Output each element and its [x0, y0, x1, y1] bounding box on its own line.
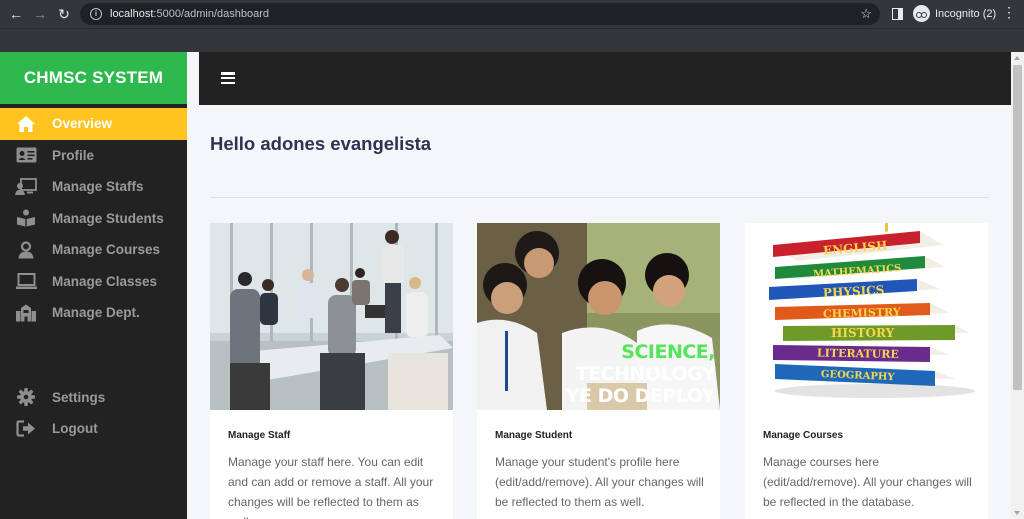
- sidebar-item-profile[interactable]: Profile: [0, 140, 187, 172]
- gear-icon: [15, 388, 37, 407]
- sidebar-item-logout[interactable]: Logout: [0, 413, 187, 445]
- side-panel-icon[interactable]: [892, 8, 903, 20]
- staff-icon: [15, 177, 37, 196]
- sidebar-item-manage-courses[interactable]: Manage Courses: [0, 234, 187, 266]
- profile-label: Incognito (2): [935, 7, 997, 20]
- sidebar-item-label: Settings: [52, 389, 106, 405]
- slogan-technology: TECHNOLOGY: [575, 363, 716, 385]
- browser-gap: [0, 28, 1024, 52]
- back-icon[interactable]: ←: [4, 2, 28, 26]
- card-manage-staff[interactable]: Manage Staff Manage your staff here. You…: [210, 223, 453, 519]
- card-title: Manage Student: [495, 430, 573, 441]
- course-icon: [15, 241, 37, 259]
- sidebar-item-label: Profile: [52, 147, 95, 163]
- book-label-physics: PHYSICS: [823, 283, 885, 300]
- slogan-science: SCIENCE,: [621, 341, 715, 363]
- sidebar-item-label: Logout: [52, 421, 98, 437]
- scroll-down-icon[interactable]: [1014, 511, 1020, 515]
- book-label-literature: LITERATURE: [817, 347, 899, 361]
- slogan-line2: YE DO DEPLOY: [565, 385, 716, 407]
- forward-icon[interactable]: →: [28, 2, 52, 26]
- site-info-icon[interactable]: i: [90, 8, 102, 20]
- card-manage-student[interactable]: SCIENCE, TECHNOLOGY YE DO DEPLOY Manage …: [477, 223, 720, 519]
- sidebar-item-label: Manage Courses: [52, 242, 161, 258]
- sidebar-item-settings[interactable]: Settings: [0, 382, 187, 414]
- book-label-history: HISTORY: [831, 326, 895, 340]
- sidebar-item-manage-dept[interactable]: Manage Dept.: [0, 297, 187, 329]
- card-description: Manage courses here (edit/add/remove). A…: [763, 455, 972, 509]
- browser-toolbar: ← → ↻ i localhost:5000/admin/dashboard ☆…: [0, 0, 1024, 28]
- sidebar-item-manage-students[interactable]: Manage Students: [0, 203, 187, 235]
- scroll-up-icon[interactable]: [1014, 56, 1020, 60]
- sidebar-item-manage-staffs[interactable]: Manage Staffs: [0, 171, 187, 203]
- reload-icon[interactable]: ↻: [52, 2, 76, 26]
- scrollbar-thumb[interactable]: [1013, 65, 1022, 390]
- sidebar-menu: Overview Profile Manage Staffs Manage St…: [0, 108, 187, 445]
- top-bar: [199, 52, 1011, 105]
- card-title: Manage Courses: [763, 430, 844, 441]
- incognito-profile[interactable]: Incognito (2): [913, 5, 996, 22]
- menu-spacer: [0, 329, 187, 382]
- hamburger-menu-icon[interactable]: [221, 72, 235, 84]
- books-stack-illustration: ENGLISH MATHEMATICS PHYSICS CHEMISTRY HI…: [745, 223, 988, 410]
- building-icon: [15, 304, 37, 322]
- sidebar: CHMSC SYSTEM Overview Profile Manage Sta…: [0, 52, 187, 519]
- students-photo: SCIENCE, TECHNOLOGY YE DO DEPLOY: [477, 223, 720, 410]
- address-url[interactable]: localhost:5000/admin/dashboard: [110, 8, 269, 20]
- main-content: Hello adones evangelista Manage Staff Ma…: [199, 105, 1011, 519]
- sidebar-item-label: Manage Students: [52, 210, 164, 226]
- logout-icon: [15, 420, 37, 438]
- home-icon: [15, 115, 37, 133]
- sidebar-item-label: Manage Classes: [52, 273, 158, 289]
- brand-logo[interactable]: CHMSC SYSTEM: [0, 52, 187, 104]
- sidebar-item-label: Manage Dept.: [52, 305, 140, 321]
- card-manage-courses[interactable]: ENGLISH MATHEMATICS PHYSICS CHEMISTRY HI…: [745, 223, 988, 519]
- staff-meeting-photo: [210, 223, 453, 410]
- greeting-heading: Hello adones evangelista: [210, 133, 432, 154]
- card-description: Manage your student's profile here (edit…: [495, 455, 704, 509]
- sidebar-item-label: Manage Staffs: [52, 179, 144, 195]
- sidebar-item-overview[interactable]: Overview: [0, 108, 187, 140]
- address-bar[interactable]: i localhost:5000/admin/dashboard ☆: [80, 3, 880, 25]
- divider: [210, 197, 989, 198]
- book-label-chemistry: CHEMISTRY: [823, 306, 901, 321]
- students-icon: [15, 209, 37, 227]
- incognito-icon: [913, 5, 930, 22]
- card-title: Manage Staff: [228, 430, 291, 441]
- content-gutter: [187, 52, 199, 519]
- id-card-icon: [15, 146, 37, 164]
- page-scrollbar[interactable]: [1011, 52, 1024, 519]
- image-slogan: SCIENCE, TECHNOLOGY YE DO DEPLOY: [555, 341, 716, 407]
- sidebar-item-manage-classes[interactable]: Manage Classes: [0, 266, 187, 298]
- card-description: Manage your staff here. You can edit and…: [228, 455, 434, 519]
- more-menu-icon[interactable]: ⋮: [1002, 5, 1016, 19]
- laptop-icon: [15, 272, 37, 290]
- sidebar-item-label: Overview: [52, 116, 113, 132]
- bookmark-star-icon[interactable]: ☆: [860, 6, 872, 22]
